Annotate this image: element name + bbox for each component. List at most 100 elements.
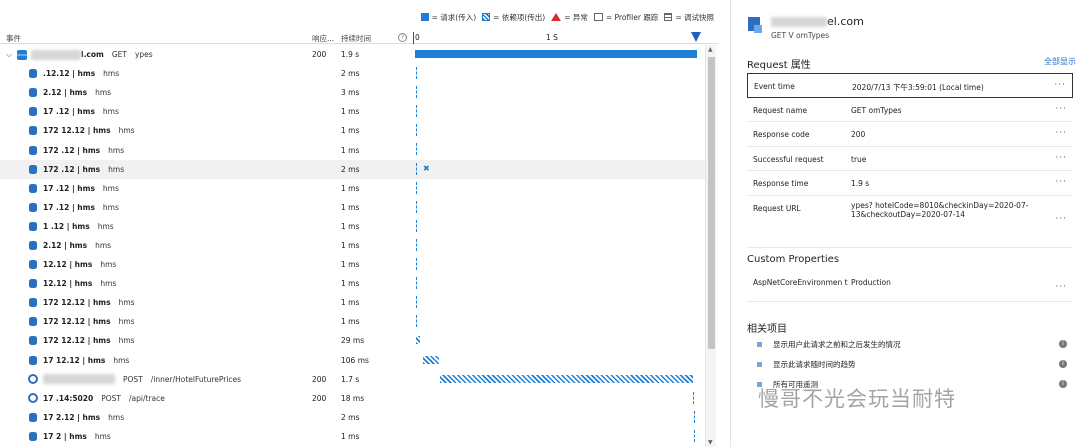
event-cell[interactable]: .12.12 | hms hms <box>0 64 119 83</box>
table-row[interactable]: .12.12 | hms hms 2 ms <box>0 64 705 83</box>
timeline-tick[interactable] <box>416 258 418 271</box>
timeline-tick[interactable] <box>416 238 418 251</box>
event-name: 17 12.12 | hms <box>43 355 106 365</box>
property-row[interactable]: Response time 1.9 s ··· <box>747 171 1073 196</box>
event-target: ypes <box>134 50 153 60</box>
timeline-tick[interactable] <box>694 429 696 442</box>
table-row[interactable]: 12.12 | hms hms 1 ms <box>0 255 705 274</box>
table-row[interactable]: 172 12.12 | hms hms 29 ms <box>0 331 705 350</box>
event-cell[interactable]: 172 12.12 | hms hms <box>0 312 135 331</box>
more-options-icon[interactable]: ··· <box>1055 104 1067 114</box>
timeline-tick[interactable] <box>415 67 417 80</box>
property-row[interactable]: Request name GET omTypes ··· <box>747 98 1073 122</box>
timeline-tick[interactable] <box>416 315 418 328</box>
more-options-icon[interactable]: ··· <box>1055 177 1067 187</box>
table-row[interactable]: 17 .14:5020 POST/api/trace 200 18 ms <box>0 389 705 408</box>
dependency-bar[interactable] <box>423 355 439 364</box>
timeline-tick[interactable] <box>415 86 417 99</box>
table-row[interactable]: 17 .12 | hms hms 1 ms <box>0 179 705 198</box>
event-cell[interactable]: 172 12.12 | hms hms <box>0 331 135 350</box>
event-cell[interactable]: 2.12 | hms hms <box>0 236 111 255</box>
show-all-link[interactable]: 全部显示 <box>1044 56 1076 67</box>
table-row[interactable]: 17 12.12 | hms hms 106 ms <box>0 351 705 370</box>
timeline-tick[interactable] <box>694 410 696 423</box>
details-title: el.com <box>771 15 864 28</box>
profiler-icon <box>593 13 603 21</box>
table-row[interactable]: 17 2.12 | hms hms 2 ms <box>0 408 705 427</box>
table-row[interactable]: 172 .12 | hms hms 1 ms <box>0 140 705 159</box>
event-cell[interactable]: 17 12.12 | hms hms <box>0 351 129 370</box>
property-row[interactable]: Event time 2020/7/13 下午3:59:01 (Local tim… <box>747 73 1073 98</box>
more-options-icon[interactable]: ··· <box>1054 80 1066 90</box>
event-cell[interactable]: 17 .14:5020 POST/api/trace <box>0 389 165 408</box>
event-cell[interactable]: ⌵ l.com GET ypes <box>0 45 153 64</box>
help-icon[interactable]: ? <box>398 33 407 42</box>
info-icon[interactable]: i <box>1059 360 1067 368</box>
timeline-tick[interactable] <box>416 277 418 290</box>
timeline-tick[interactable] <box>416 200 418 213</box>
table-row[interactable]: 172 12.12 | hms hms 1 ms <box>0 121 705 140</box>
event-cell[interactable]: 17 .12 | hms hms <box>0 198 119 217</box>
rows-scrollbar[interactable]: ▲ ▼ <box>705 45 716 447</box>
event-cell[interactable]: 172 .12 | hms hms <box>0 160 124 179</box>
table-row[interactable]: POST/inner/HotelFuturePrices 200 1.7 s <box>0 370 705 389</box>
event-cell[interactable]: 12.12 | hms hms <box>0 255 116 274</box>
event-name: .12.12 | hms <box>43 69 96 79</box>
table-row[interactable]: 172 12.12 | hms hms 1 ms <box>0 293 705 312</box>
timeline-tick[interactable] <box>416 124 418 137</box>
event-cell[interactable]: 1 .12 | hms hms <box>0 217 114 236</box>
timeline-tick[interactable] <box>692 391 694 404</box>
table-row[interactable]: 1 .12 | hms hms 1 ms <box>0 217 705 236</box>
more-options-icon[interactable]: ··· <box>1055 282 1067 292</box>
property-row[interactable]: Successful request true ··· <box>747 147 1073 171</box>
event-cell[interactable]: 17 .12 | hms hms <box>0 179 119 198</box>
dependency-bar[interactable] <box>440 374 693 383</box>
property-row[interactable]: Request URL ypes? hotelCode=8010&checkinD… <box>747 196 1073 248</box>
event-cell[interactable]: 172 12.12 | hms hms <box>0 121 135 140</box>
scrollbar-thumb[interactable] <box>708 57 715 349</box>
chevron-down-icon[interactable]: ⌵ <box>6 50 14 60</box>
table-row[interactable]: 2.12 | hms hms 3 ms <box>0 83 705 102</box>
event-cell[interactable]: 17 .12 | hms hms <box>0 102 119 121</box>
event-cell[interactable]: 172 .12 | hms hms <box>0 140 124 159</box>
more-options-icon[interactable]: ··· <box>1055 214 1067 224</box>
property-row[interactable]: AspNetCoreEnvironmen t Production ··· <box>747 272 1073 302</box>
property-row[interactable]: Response code 200 ··· <box>747 122 1073 147</box>
event-cell[interactable]: 17 2.12 | hms hms <box>0 408 124 427</box>
table-row[interactable]: 17 .12 | hms hms 1 ms <box>0 102 705 121</box>
request-bar[interactable] <box>415 50 697 58</box>
col-response[interactable]: 响应... <box>312 33 334 44</box>
timeline-tick[interactable] <box>416 143 418 156</box>
table-row[interactable]: 12.12 | hms hms 1 ms <box>0 274 705 293</box>
table-row[interactable]: 2.12 | hms hms 1 ms <box>0 236 705 255</box>
timeline-tick[interactable] <box>416 296 418 309</box>
event-cell[interactable]: 172 12.12 | hms hms <box>0 293 135 312</box>
more-options-icon[interactable]: ··· <box>1055 128 1067 138</box>
related-item[interactable]: 显示用户此请求之前和之后发生的情况 i <box>747 334 1073 354</box>
table-row[interactable]: 172 12.12 | hms hms 1 ms <box>0 312 705 331</box>
timeline-tick[interactable] <box>416 219 418 232</box>
time-cursor-handle-icon[interactable] <box>691 32 701 42</box>
table-row[interactable]: ⌵ l.com GET ypes 200 1.9 s <box>0 45 705 64</box>
more-options-icon[interactable]: ··· <box>1055 153 1067 163</box>
table-row[interactable]: 172 .12 | hms hms 2 ms ✖ <box>0 159 705 179</box>
event-cell[interactable]: 17 2 | hms hms <box>0 427 111 446</box>
timeline-tick[interactable] <box>416 105 418 118</box>
col-event[interactable]: 事件 <box>6 33 21 44</box>
timeline-tick[interactable] <box>416 162 418 175</box>
info-icon[interactable]: i <box>1059 380 1067 388</box>
event-cell[interactable]: 2.12 | hms hms <box>0 83 111 102</box>
table-row[interactable]: 17 .12 | hms hms 1 ms <box>0 198 705 217</box>
related-item[interactable]: 显示此请求随时间的趋势 i <box>747 354 1073 374</box>
redacted-block <box>31 49 81 60</box>
event-cell[interactable]: POST/inner/HotelFuturePrices <box>0 370 241 389</box>
col-duration[interactable]: 持续时间 <box>341 33 371 44</box>
event-cell[interactable]: 12.12 | hms hms <box>0 274 116 293</box>
timeline-tick[interactable] <box>416 181 418 194</box>
table-row[interactable]: 17 2 | hms hms 1 ms <box>0 427 705 446</box>
info-icon[interactable]: i <box>1059 340 1067 348</box>
scroll-down-icon[interactable]: ▼ <box>708 439 713 446</box>
scroll-up-icon[interactable]: ▲ <box>708 46 713 53</box>
dependency-bar[interactable] <box>416 336 421 345</box>
event-name: 2.12 | hms <box>43 240 88 250</box>
